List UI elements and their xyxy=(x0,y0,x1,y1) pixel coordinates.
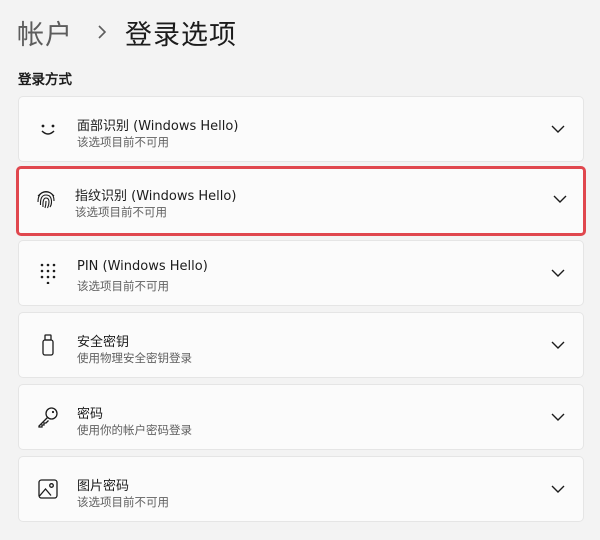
option-subtitle: 该选项目前不可用 xyxy=(77,135,169,149)
section-heading: 登录方式 xyxy=(18,72,72,88)
chevron-down-icon[interactable] xyxy=(553,194,567,204)
option-picture-password[interactable]: 图片密码 该选项目前不可用 xyxy=(18,456,584,522)
option-subtitle: 使用你的帐户密码登录 xyxy=(77,423,192,437)
usb-key-icon xyxy=(37,334,59,356)
option-title: 面部识别 (Windows Hello) xyxy=(77,119,239,134)
option-subtitle: 该选项目前不可用 xyxy=(75,205,167,219)
option-title: 安全密钥 xyxy=(77,335,130,350)
option-title: 密码 xyxy=(77,407,104,422)
option-security-key[interactable]: 安全密钥 使用物理安全密钥登录 xyxy=(18,312,584,378)
option-title: PIN (Windows Hello) xyxy=(77,259,208,274)
breadcrumb: 帐户 登录选项 xyxy=(17,12,237,52)
chevron-right-icon xyxy=(93,23,111,41)
fingerprint-icon xyxy=(35,188,57,210)
key-icon xyxy=(37,406,59,428)
option-subtitle: 该选项目前不可用 xyxy=(77,495,169,509)
chevron-down-icon[interactable] xyxy=(551,412,565,422)
chevron-down-icon[interactable] xyxy=(551,340,565,350)
option-subtitle: 使用物理安全密钥登录 xyxy=(77,351,192,365)
option-fingerprint[interactable]: 指纹识别 (Windows Hello) 该选项目前不可用 xyxy=(16,166,586,236)
option-face-recognition[interactable]: 面部识别 (Windows Hello) 该选项目前不可用 xyxy=(18,96,584,162)
keypad-icon xyxy=(37,262,59,284)
breadcrumb-accounts[interactable]: 帐户 xyxy=(17,13,73,52)
chevron-down-icon[interactable] xyxy=(551,268,565,278)
option-title: 指纹识别 (Windows Hello) xyxy=(75,189,237,204)
chevron-down-icon[interactable] xyxy=(551,484,565,494)
picture-icon xyxy=(37,478,59,500)
option-password[interactable]: 密码 使用你的帐户密码登录 xyxy=(18,384,584,450)
option-subtitle: 该选项目前不可用 xyxy=(77,279,169,293)
page-title: 登录选项 xyxy=(125,19,237,51)
option-pin[interactable]: PIN (Windows Hello) 该选项目前不可用 xyxy=(18,240,584,306)
chevron-down-icon[interactable] xyxy=(551,124,565,134)
face-smile-icon xyxy=(37,118,59,140)
option-title: 图片密码 xyxy=(77,479,130,494)
